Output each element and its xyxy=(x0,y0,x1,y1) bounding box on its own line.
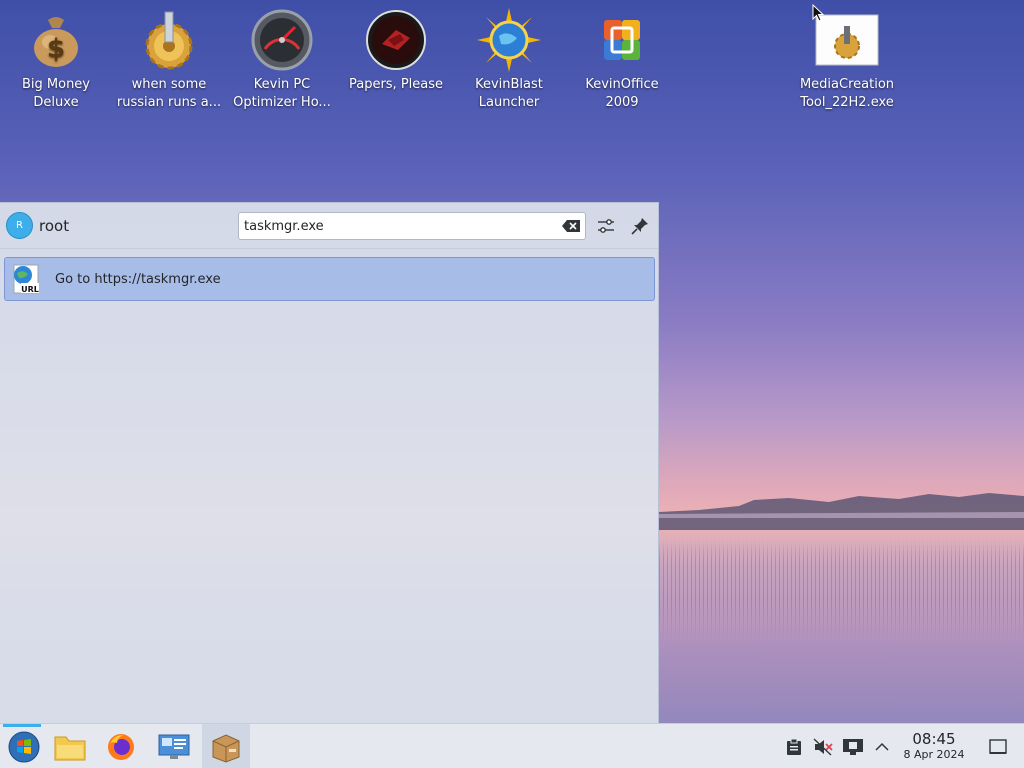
gear-icon xyxy=(137,8,201,72)
package-installer-button[interactable] xyxy=(202,724,250,768)
display-tray-button[interactable] xyxy=(842,736,864,758)
desktop-icon-label: KevinOffice xyxy=(585,77,659,92)
chevron-up-icon xyxy=(875,742,889,751)
username-label: root xyxy=(39,216,70,235)
office-logo-icon xyxy=(590,8,654,72)
show-desktop-icon xyxy=(989,739,1007,754)
launcher-header: R root xyxy=(0,203,658,249)
desktop-icon-kevinoffice[interactable]: KevinOffice 2009 xyxy=(566,8,678,112)
money-bag-icon: $ xyxy=(24,8,88,72)
firefox-button[interactable] xyxy=(97,724,145,768)
desktop-icon-label: MediaCreation xyxy=(799,77,895,92)
monitor-settings-icon xyxy=(158,734,190,759)
display-icon xyxy=(843,739,863,755)
pin-icon xyxy=(631,218,648,235)
desktop-icon-label: russian runs a... xyxy=(116,95,222,110)
system-settings-button[interactable] xyxy=(150,724,198,768)
desktop-icon-kevin-pc-optimizer[interactable]: Kevin PC Optimizer Ho... xyxy=(226,8,338,112)
package-box-icon xyxy=(212,733,240,763)
desktop-icon-mediacreation[interactable]: MediaCreation Tool_22H2.exe xyxy=(791,8,903,112)
url-globe-icon: URL xyxy=(13,264,39,294)
avatar[interactable]: R xyxy=(6,212,33,239)
desktop-icon-label: Launcher xyxy=(478,95,540,110)
desktop-icon-papers-please[interactable]: Papers, Please xyxy=(340,8,452,94)
clipboard-icon xyxy=(787,738,801,755)
desktop-icon-label: Deluxe xyxy=(33,95,79,110)
search-field[interactable] xyxy=(238,212,586,240)
folder-icon xyxy=(54,736,86,760)
desktop-icon-label: when some xyxy=(131,77,207,92)
sun-globe-icon xyxy=(477,8,541,72)
wallpaper-hills xyxy=(659,493,1024,530)
desktop-icon-label: Big Money xyxy=(21,77,90,92)
firefox-icon xyxy=(108,733,134,760)
show-hidden-icons-button[interactable] xyxy=(871,736,893,758)
search-result-item[interactable]: URL Go to https://taskmgr.exe xyxy=(4,257,655,301)
search-input[interactable] xyxy=(244,218,562,234)
desktop-icon-label: Optimizer Ho... xyxy=(233,95,331,110)
clock-date: 8 Apr 2024 xyxy=(903,748,965,761)
installer-icon xyxy=(815,8,879,72)
desktop-icon-label: KevinBlast xyxy=(475,77,543,92)
digital-clock[interactable]: 08:45 8 Apr 2024 xyxy=(892,730,976,762)
desktop-icon-label: Kevin PC xyxy=(253,77,311,92)
volume-muted-icon xyxy=(813,738,833,756)
desktop-icon-kevinblast[interactable]: KevinBlast Launcher xyxy=(453,8,565,112)
wallpaper-reeds xyxy=(659,540,1024,640)
configure-button[interactable] xyxy=(594,214,618,238)
pin-button[interactable] xyxy=(628,214,652,238)
taskbar: 08:45 8 Apr 2024 xyxy=(0,723,1024,768)
volume-tray-button[interactable] xyxy=(812,736,834,758)
desktop-icon-russian[interactable]: when some russian runs a... xyxy=(113,8,225,112)
file-manager-button[interactable] xyxy=(46,724,94,768)
search-result-label: Go to https://taskmgr.exe xyxy=(55,271,221,287)
sliders-icon xyxy=(598,219,614,233)
clear-search-icon[interactable] xyxy=(562,219,580,233)
clock-time: 08:45 xyxy=(912,730,956,748)
mouse-cursor-icon xyxy=(812,4,824,22)
windows-orb-icon xyxy=(8,731,40,762)
desktop-icon-big-money[interactable]: $ Big Money Deluxe xyxy=(0,8,112,112)
desktop-icon-label: Tool_22H2.exe xyxy=(800,95,894,110)
desktop-icon-label: 2009 xyxy=(605,95,639,110)
start-menu-button[interactable] xyxy=(0,724,48,768)
application-launcher: R root taskmgr.exe URL Go to https://tas… xyxy=(0,202,659,723)
clipboard-tray-button[interactable] xyxy=(783,736,805,758)
speedometer-icon xyxy=(250,8,314,72)
papers-please-icon xyxy=(364,8,428,72)
desktop-icon-label: Papers, Please xyxy=(348,77,444,92)
url-icon-text: URL xyxy=(21,285,39,294)
show-desktop-button[interactable] xyxy=(987,736,1009,758)
svg-text:$: $ xyxy=(47,34,65,64)
